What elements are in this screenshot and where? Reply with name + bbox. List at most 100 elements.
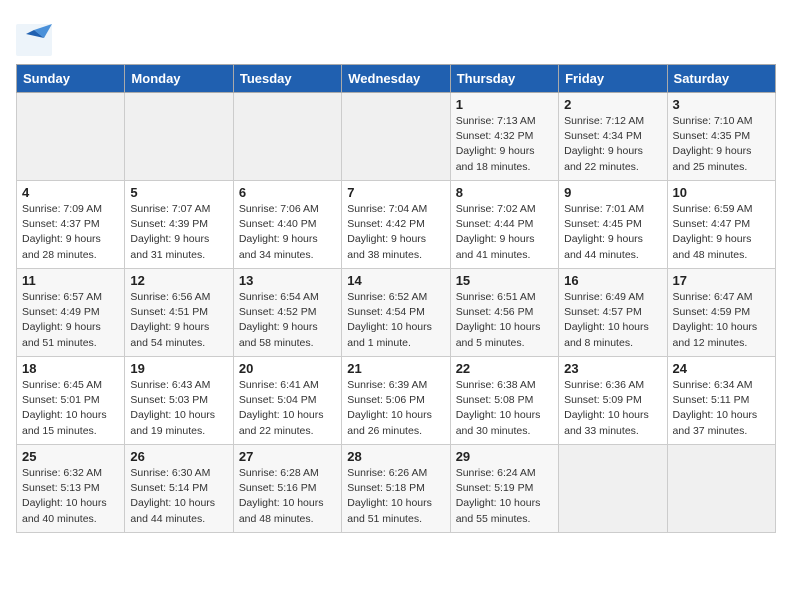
calendar-cell: 4Sunrise: 7:09 AM Sunset: 4:37 PM Daylig… <box>17 181 125 269</box>
weekday-header-saturday: Saturday <box>667 65 775 93</box>
day-info: Sunrise: 6:59 AM Sunset: 4:47 PM Dayligh… <box>673 202 770 263</box>
day-info: Sunrise: 7:04 AM Sunset: 4:42 PM Dayligh… <box>347 202 444 263</box>
day-info: Sunrise: 6:32 AM Sunset: 5:13 PM Dayligh… <box>22 466 119 527</box>
calendar-week-row: 25 Sunrise: 6:32 AM Sunset: 5:13 PM Dayli… <box>17 445 776 533</box>
day-number: 1 <box>456 97 553 112</box>
day-number: 10 <box>673 185 770 200</box>
calendar-cell: 11 Sunrise: 6:57 AM Sunset: 4:49 PM Dayli… <box>17 269 125 357</box>
day-number: 26 <box>130 449 227 464</box>
weekday-header-wednesday: Wednesday <box>342 65 450 93</box>
day-info: Sunrise: 6:41 AM Sunset: 5:04 PM Dayligh… <box>239 378 336 439</box>
weekday-header-monday: Monday <box>125 65 233 93</box>
day-info: Sunrise: 6:56 AM Sunset: 4:51 PM Dayligh… <box>130 290 227 351</box>
calendar-cell: 1 Sunrise: 7:13 AM Sunset: 4:32 PM Daylig… <box>450 93 558 181</box>
calendar-cell: 12 Sunrise: 6:56 AM Sunset: 4:51 PM Dayli… <box>125 269 233 357</box>
day-info: Sunrise: 7:07 AM Sunset: 4:39 PM Dayligh… <box>130 202 227 263</box>
day-number: 14 <box>347 273 444 288</box>
weekday-header-sunday: Sunday <box>17 65 125 93</box>
calendar-cell: 6 Sunrise: 7:06 AM Sunset: 4:40 PM Daylig… <box>233 181 341 269</box>
calendar-cell <box>667 445 775 533</box>
weekday-header-tuesday: Tuesday <box>233 65 341 93</box>
day-number: 5 <box>130 185 227 200</box>
calendar-cell: 3 Sunrise: 7:10 AM Sunset: 4:35 PM Daylig… <box>667 93 775 181</box>
day-number: 28 <box>347 449 444 464</box>
calendar-cell: 28 Sunrise: 6:26 AM Sunset: 5:18 PM Dayli… <box>342 445 450 533</box>
day-info: Sunrise: 6:24 AM Sunset: 5:19 PM Dayligh… <box>456 466 553 527</box>
day-number: 2 <box>564 97 661 112</box>
day-info: Sunrise: 6:26 AM Sunset: 5:18 PM Dayligh… <box>347 466 444 527</box>
calendar-cell: 15 Sunrise: 6:51 AM Sunset: 4:56 PM Dayli… <box>450 269 558 357</box>
general-blue-logo-icon <box>16 24 52 56</box>
day-info: Sunrise: 6:43 AM Sunset: 5:03 PM Dayligh… <box>130 378 227 439</box>
calendar-cell: 16 Sunrise: 6:49 AM Sunset: 4:57 PM Dayli… <box>559 269 667 357</box>
day-number: 7 <box>347 185 444 200</box>
calendar-table: SundayMondayTuesdayWednesdayThursdayFrid… <box>16 64 776 533</box>
day-number: 9 <box>564 185 661 200</box>
day-info: Sunrise: 6:49 AM Sunset: 4:57 PM Dayligh… <box>564 290 661 351</box>
day-number: 4 <box>22 185 119 200</box>
day-info: Sunrise: 7:01 AM Sunset: 4:45 PM Dayligh… <box>564 202 661 263</box>
day-info: Sunrise: 6:30 AM Sunset: 5:14 PM Dayligh… <box>130 466 227 527</box>
calendar-week-row: 4Sunrise: 7:09 AM Sunset: 4:37 PM Daylig… <box>17 181 776 269</box>
calendar-cell <box>233 93 341 181</box>
day-info: Sunrise: 6:28 AM Sunset: 5:16 PM Dayligh… <box>239 466 336 527</box>
day-number: 23 <box>564 361 661 376</box>
calendar-cell: 17 Sunrise: 6:47 AM Sunset: 4:59 PM Dayli… <box>667 269 775 357</box>
calendar-cell: 18 Sunrise: 6:45 AM Sunset: 5:01 PM Dayli… <box>17 357 125 445</box>
calendar-cell: 5 Sunrise: 7:07 AM Sunset: 4:39 PM Daylig… <box>125 181 233 269</box>
calendar-cell <box>342 93 450 181</box>
calendar-week-row: 1 Sunrise: 7:13 AM Sunset: 4:32 PM Daylig… <box>17 93 776 181</box>
day-info: Sunrise: 6:51 AM Sunset: 4:56 PM Dayligh… <box>456 290 553 351</box>
day-info: Sunrise: 6:45 AM Sunset: 5:01 PM Dayligh… <box>22 378 119 439</box>
day-number: 19 <box>130 361 227 376</box>
day-number: 15 <box>456 273 553 288</box>
day-info: Sunrise: 7:13 AM Sunset: 4:32 PM Dayligh… <box>456 114 553 175</box>
day-info: Sunrise: 7:12 AM Sunset: 4:34 PM Dayligh… <box>564 114 661 175</box>
weekday-header-friday: Friday <box>559 65 667 93</box>
day-number: 22 <box>456 361 553 376</box>
calendar-cell: 23 Sunrise: 6:36 AM Sunset: 5:09 PM Dayli… <box>559 357 667 445</box>
calendar-cell: 29 Sunrise: 6:24 AM Sunset: 5:19 PM Dayli… <box>450 445 558 533</box>
day-info: Sunrise: 6:57 AM Sunset: 4:49 PM Dayligh… <box>22 290 119 351</box>
calendar-week-row: 11 Sunrise: 6:57 AM Sunset: 4:49 PM Dayli… <box>17 269 776 357</box>
calendar-cell: 19 Sunrise: 6:43 AM Sunset: 5:03 PM Dayli… <box>125 357 233 445</box>
calendar-cell: 20 Sunrise: 6:41 AM Sunset: 5:04 PM Dayli… <box>233 357 341 445</box>
day-number: 13 <box>239 273 336 288</box>
calendar-body: 1 Sunrise: 7:13 AM Sunset: 4:32 PM Daylig… <box>17 93 776 533</box>
day-info: Sunrise: 6:36 AM Sunset: 5:09 PM Dayligh… <box>564 378 661 439</box>
day-number: 18 <box>22 361 119 376</box>
day-number: 11 <box>22 273 119 288</box>
calendar-cell: 14Sunrise: 6:52 AM Sunset: 4:54 PM Dayli… <box>342 269 450 357</box>
calendar-cell: 26 Sunrise: 6:30 AM Sunset: 5:14 PM Dayli… <box>125 445 233 533</box>
calendar-cell <box>125 93 233 181</box>
calendar-week-row: 18 Sunrise: 6:45 AM Sunset: 5:01 PM Dayli… <box>17 357 776 445</box>
day-number: 17 <box>673 273 770 288</box>
weekday-header-row: SundayMondayTuesdayWednesdayThursdayFrid… <box>17 65 776 93</box>
day-number: 12 <box>130 273 227 288</box>
day-info: Sunrise: 7:10 AM Sunset: 4:35 PM Dayligh… <box>673 114 770 175</box>
day-number: 6 <box>239 185 336 200</box>
day-number: 25 <box>22 449 119 464</box>
day-number: 8 <box>456 185 553 200</box>
day-number: 29 <box>456 449 553 464</box>
day-info: Sunrise: 7:02 AM Sunset: 4:44 PM Dayligh… <box>456 202 553 263</box>
calendar-cell: 2 Sunrise: 7:12 AM Sunset: 4:34 PM Daylig… <box>559 93 667 181</box>
calendar-cell: 10 Sunrise: 6:59 AM Sunset: 4:47 PM Dayli… <box>667 181 775 269</box>
day-number: 20 <box>239 361 336 376</box>
day-number: 24 <box>673 361 770 376</box>
calendar-cell: 9 Sunrise: 7:01 AM Sunset: 4:45 PM Daylig… <box>559 181 667 269</box>
day-number: 27 <box>239 449 336 464</box>
day-number: 16 <box>564 273 661 288</box>
calendar-cell <box>559 445 667 533</box>
calendar-cell: 24 Sunrise: 6:34 AM Sunset: 5:11 PM Dayli… <box>667 357 775 445</box>
calendar-cell: 8 Sunrise: 7:02 AM Sunset: 4:44 PM Daylig… <box>450 181 558 269</box>
day-info: Sunrise: 7:06 AM Sunset: 4:40 PM Dayligh… <box>239 202 336 263</box>
calendar-cell <box>17 93 125 181</box>
calendar-cell: 21Sunrise: 6:39 AM Sunset: 5:06 PM Dayli… <box>342 357 450 445</box>
day-number: 3 <box>673 97 770 112</box>
day-info: Sunrise: 6:47 AM Sunset: 4:59 PM Dayligh… <box>673 290 770 351</box>
calendar-cell: 7 Sunrise: 7:04 AM Sunset: 4:42 PM Daylig… <box>342 181 450 269</box>
day-info: Sunrise: 6:34 AM Sunset: 5:11 PM Dayligh… <box>673 378 770 439</box>
calendar-cell: 27 Sunrise: 6:28 AM Sunset: 5:16 PM Dayli… <box>233 445 341 533</box>
calendar-cell: 22Sunrise: 6:38 AM Sunset: 5:08 PM Dayli… <box>450 357 558 445</box>
